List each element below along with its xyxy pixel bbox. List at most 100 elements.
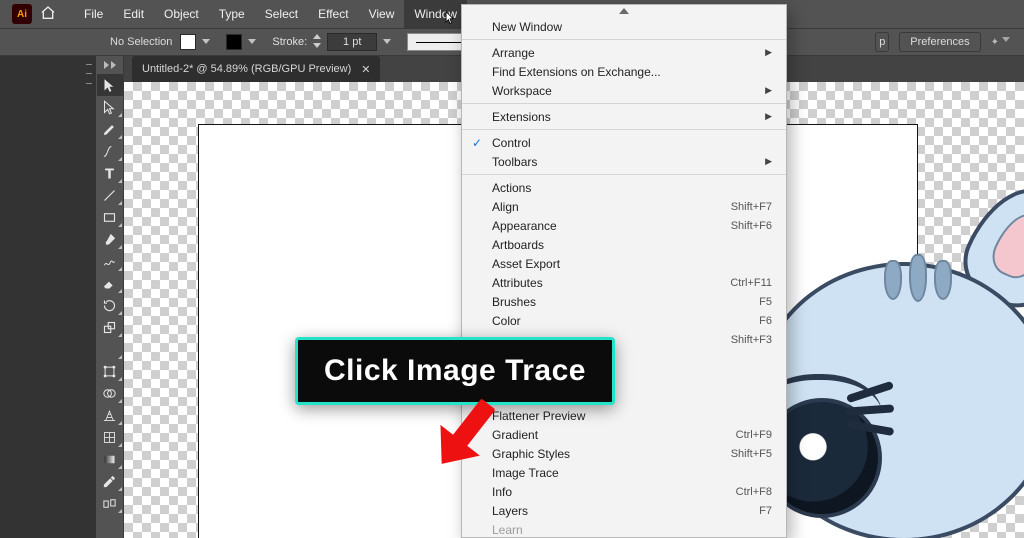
menu-items-container: New Window Arrange ▶ Find Extensions on Exc… <box>462 17 786 538</box>
align-icons[interactable]: ✦ <box>991 37 1010 48</box>
menu-item-layers[interactable]: LayersF7 <box>462 501 786 520</box>
menu-item-label: Arrange <box>492 46 535 60</box>
menu-item-new-window[interactable]: New Window <box>462 17 786 36</box>
tool-mesh[interactable] <box>97 426 123 448</box>
tool-line[interactable] <box>97 184 123 206</box>
menu-item-graphic-styles[interactable]: Graphic StylesShift+F5 <box>462 444 786 463</box>
align-dropdown-icon[interactable] <box>1002 37 1010 43</box>
window-menu-dropdown: New Window Arrange ▶ Find Extensions on Exc… <box>461 4 787 538</box>
menu-item-label: Control <box>492 136 531 150</box>
close-icon[interactable]: ✕ <box>361 63 370 76</box>
menu-effect[interactable]: Effect <box>308 0 358 28</box>
tool-shaper[interactable] <box>97 250 123 272</box>
menu-label: Type <box>219 7 245 21</box>
menu-item-find-extensions-on-exchange[interactable]: Find Extensions on Exchange... <box>462 62 786 81</box>
document-tab-title: Untitled-2* @ 54.89% (RGB/GPU Preview) <box>142 63 351 75</box>
menu-item-extensions[interactable]: Extensions▶ <box>462 107 786 126</box>
menu-item-shortcut: Shift+F6 <box>731 220 772 232</box>
toolbox-expand-icon[interactable] <box>101 60 119 70</box>
menu-file[interactable]: File <box>74 0 113 28</box>
tool-eraser[interactable] <box>97 272 123 294</box>
preferences-label: Preferences <box>910 36 969 48</box>
menu-item-label: Appearance <box>492 219 557 233</box>
tool-free-transform[interactable] <box>97 360 123 382</box>
preferences-button[interactable]: Preferences <box>899 32 980 52</box>
fill-swatch[interactable] <box>180 34 196 50</box>
menu-item-shortcut: Shift+F7 <box>731 201 772 213</box>
tool-pen[interactable] <box>97 118 123 140</box>
submenu-chevron-icon: ▶ <box>765 85 772 96</box>
stroke-weight-field[interactable]: 1 pt <box>327 33 377 51</box>
menu-item-image-trace[interactable]: Image Trace <box>462 463 786 482</box>
fill-dropdown-icon[interactable] <box>202 39 210 45</box>
tool-curvature[interactable] <box>97 140 123 162</box>
menu-item-shortcut: Ctrl+F9 <box>736 429 772 441</box>
menu-item-actions[interactable]: Actions <box>462 178 786 197</box>
menu-edit[interactable]: Edit <box>113 0 154 28</box>
menu-item-info[interactable]: Info Ctrl+F8 <box>462 482 786 501</box>
tool-eyedropper[interactable] <box>97 470 123 492</box>
tool-rotate[interactable] <box>97 294 123 316</box>
panel-handle[interactable] <box>86 60 92 88</box>
menu-item-label: Info <box>492 485 512 499</box>
tool-direct-selection[interactable] <box>97 96 123 118</box>
tool-width[interactable] <box>97 338 123 360</box>
menu-item-brushes[interactable]: BrushesF5 <box>462 292 786 311</box>
menu-scroll-up-icon[interactable] <box>462 5 786 17</box>
menu-item-align[interactable]: Align Shift+F7 <box>462 197 786 216</box>
menu-label: Edit <box>123 7 144 21</box>
tool-rectangle[interactable] <box>97 206 123 228</box>
menu-item-label: Workspace <box>492 84 552 98</box>
menu-type[interactable]: Type <box>209 0 255 28</box>
tool-shape-builder[interactable] <box>97 382 123 404</box>
document-tab[interactable]: Untitled-2* @ 54.89% (RGB/GPU Preview) ✕ <box>132 56 380 82</box>
menu-label: View <box>369 7 395 21</box>
stroke-weight-value: 1 pt <box>343 36 361 48</box>
menu-item-workspace[interactable]: Workspace ▶ <box>462 81 786 100</box>
menu-view[interactable]: View <box>359 0 405 28</box>
menu-item-label: Artboards <box>492 238 544 252</box>
stroke-stepper-icon[interactable] <box>313 34 321 51</box>
menu-item-shortcut: Ctrl+F8 <box>736 486 772 498</box>
stroke-dropdown-icon[interactable] <box>248 39 256 45</box>
menu-item-arrange[interactable]: Arrange ▶ <box>462 43 786 62</box>
tool-selection[interactable] <box>97 74 123 96</box>
menu-item-label: New Window <box>492 20 562 34</box>
menu-label: Select <box>265 7 298 21</box>
menu-item-attributes[interactable]: AttributesCtrl+F11 <box>462 273 786 292</box>
menu-item-shortcut: F7 <box>759 505 772 517</box>
menu-item-label: Find Extensions on Exchange... <box>492 65 661 79</box>
menu-label: Effect <box>318 7 348 21</box>
tool-type[interactable] <box>97 162 123 184</box>
menu-item-color[interactable]: ColorF6 <box>462 311 786 330</box>
doc-setup-peek[interactable]: p <box>875 32 889 52</box>
menu-item-appearance[interactable]: Appearance Shift+F6 <box>462 216 786 235</box>
tool-scale[interactable] <box>97 316 123 338</box>
menu-item-label: Align <box>492 200 519 214</box>
tool-blend[interactable] <box>97 492 123 514</box>
menu-item-learn[interactable]: Learn <box>462 520 786 538</box>
menu-select[interactable]: Select <box>255 0 308 28</box>
menu-window[interactable]: Window <box>404 0 467 28</box>
menu-item-label: Asset Export <box>492 257 560 271</box>
submenu-chevron-icon: ▶ <box>765 47 772 58</box>
menu-item-control[interactable]: ✓Control <box>462 133 786 152</box>
mouse-cursor-icon <box>445 11 455 25</box>
left-gutter <box>0 28 96 538</box>
tool-perspective[interactable] <box>97 404 123 426</box>
home-icon[interactable] <box>40 5 56 24</box>
menu-object[interactable]: Object <box>154 0 209 28</box>
menu-item-toolbars[interactable]: Toolbars▶ <box>462 152 786 171</box>
tool-gradient[interactable] <box>97 448 123 470</box>
menu-item-label: Extensions <box>492 110 551 124</box>
star-icon: ✦ <box>991 37 999 48</box>
menu-item-artboards[interactable]: Artboards <box>462 235 786 254</box>
menu-item-label: Graphic Styles <box>492 447 570 461</box>
illustrator-logo-icon: Ai <box>12 4 32 24</box>
stroke-swatch[interactable] <box>226 34 242 50</box>
stroke-weight-dropdown-icon[interactable] <box>383 39 391 45</box>
menu-item-asset-export[interactable]: Asset Export <box>462 254 786 273</box>
stroke-label: Stroke: <box>272 36 307 48</box>
menu-item-label: Brushes <box>492 295 536 309</box>
tool-paintbrush[interactable] <box>97 228 123 250</box>
